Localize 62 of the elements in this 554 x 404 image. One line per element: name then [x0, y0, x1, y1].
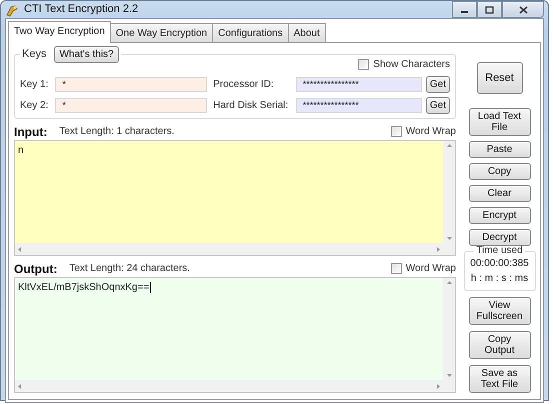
section-title: Output: — [14, 260, 58, 278]
show-characters-checkbox[interactable] — [358, 59, 370, 70]
section-title: Input: — [14, 124, 48, 140]
text-content: KltVxEL/mB7jskShOqnxKg== — [18, 282, 152, 293]
scroll-up-icon[interactable] — [446, 281, 452, 284]
action-button[interactable]: Load Text File — [468, 108, 530, 136]
vertical-scrollbar[interactable] — [443, 141, 455, 243]
field-label: Hard Disk Serial: — [213, 99, 290, 113]
group-title: Time used — [476, 246, 523, 256]
horizontal-scrollbar[interactable] — [15, 380, 443, 392]
key-field[interactable]: * — [55, 98, 208, 113]
horizontal-scrollbar[interactable] — [15, 243, 443, 255]
help-button[interactable]: What's this? — [54, 46, 119, 63]
scroll-right-icon[interactable] — [437, 384, 440, 388]
get-button[interactable]: Get — [426, 97, 450, 114]
tab[interactable]: Two Way Encryption — [8, 21, 111, 43]
close-icon — [518, 6, 528, 14]
word-wrap-checkbox[interactable] — [390, 263, 402, 274]
action-button[interactable]: Clear — [468, 185, 530, 202]
output-button[interactable]: View Fullscreen — [468, 297, 530, 325]
text-length: Text Length: 24 characters. — [69, 262, 190, 276]
scroll-right-icon[interactable] — [437, 246, 440, 252]
field-label: Key 1: — [20, 78, 50, 92]
checkbox-label: Show Characters — [373, 58, 450, 72]
field-label: Key 2: — [20, 99, 50, 113]
input-text-area[interactable]: n — [14, 140, 456, 256]
action-button[interactable]: Paste — [468, 141, 530, 158]
serial-field[interactable]: **************** — [296, 77, 422, 92]
field-label: Processor ID: — [213, 78, 275, 92]
action-button[interactable]: Copy — [468, 163, 530, 180]
minimize-button[interactable] — [452, 1, 477, 18]
scroll-down-icon[interactable] — [446, 237, 452, 240]
checkbox-label: Word Wrap — [406, 262, 456, 276]
action-button[interactable]: Decrypt — [468, 229, 530, 246]
maximize-icon — [485, 6, 494, 14]
scroll-down-icon[interactable] — [446, 374, 452, 377]
key-field[interactable]: * — [55, 77, 208, 92]
text-content: n — [18, 145, 24, 156]
tab[interactable]: About — [288, 23, 326, 43]
word-wrap-checkbox[interactable] — [390, 126, 402, 137]
elapsed-time: 00:00:00:385 — [470, 257, 530, 271]
window-title: CTI Text Encryption 2.2 — [24, 2, 138, 18]
action-button[interactable]: Encrypt — [468, 207, 530, 224]
checkbox-label: Word Wrap — [406, 125, 456, 139]
tab[interactable]: Configurations — [212, 23, 289, 43]
output-button[interactable]: Copy Output — [468, 331, 530, 359]
app-icon — [5, 2, 19, 16]
tab[interactable]: One Way Encryption — [110, 23, 214, 43]
close-button[interactable] — [502, 1, 544, 18]
scroll-up-icon[interactable] — [446, 144, 452, 147]
scroll-left-icon[interactable] — [18, 246, 21, 252]
output-button[interactable]: Save as Text File — [468, 365, 530, 393]
vertical-scrollbar[interactable] — [443, 278, 455, 380]
scroll-left-icon[interactable] — [18, 384, 21, 388]
output-text-area[interactable]: KltVxEL/mB7jskShOqnxKg== — [14, 277, 456, 393]
reset-button[interactable]: Reset — [476, 62, 522, 94]
time-units: h : m : s : ms — [470, 272, 530, 286]
group-title: Keys — [22, 49, 46, 60]
text-length: Text Length: 1 characters. — [59, 125, 174, 139]
maximize-button[interactable] — [477, 1, 502, 18]
serial-field[interactable]: **************** — [296, 98, 422, 113]
get-button[interactable]: Get — [426, 76, 450, 93]
